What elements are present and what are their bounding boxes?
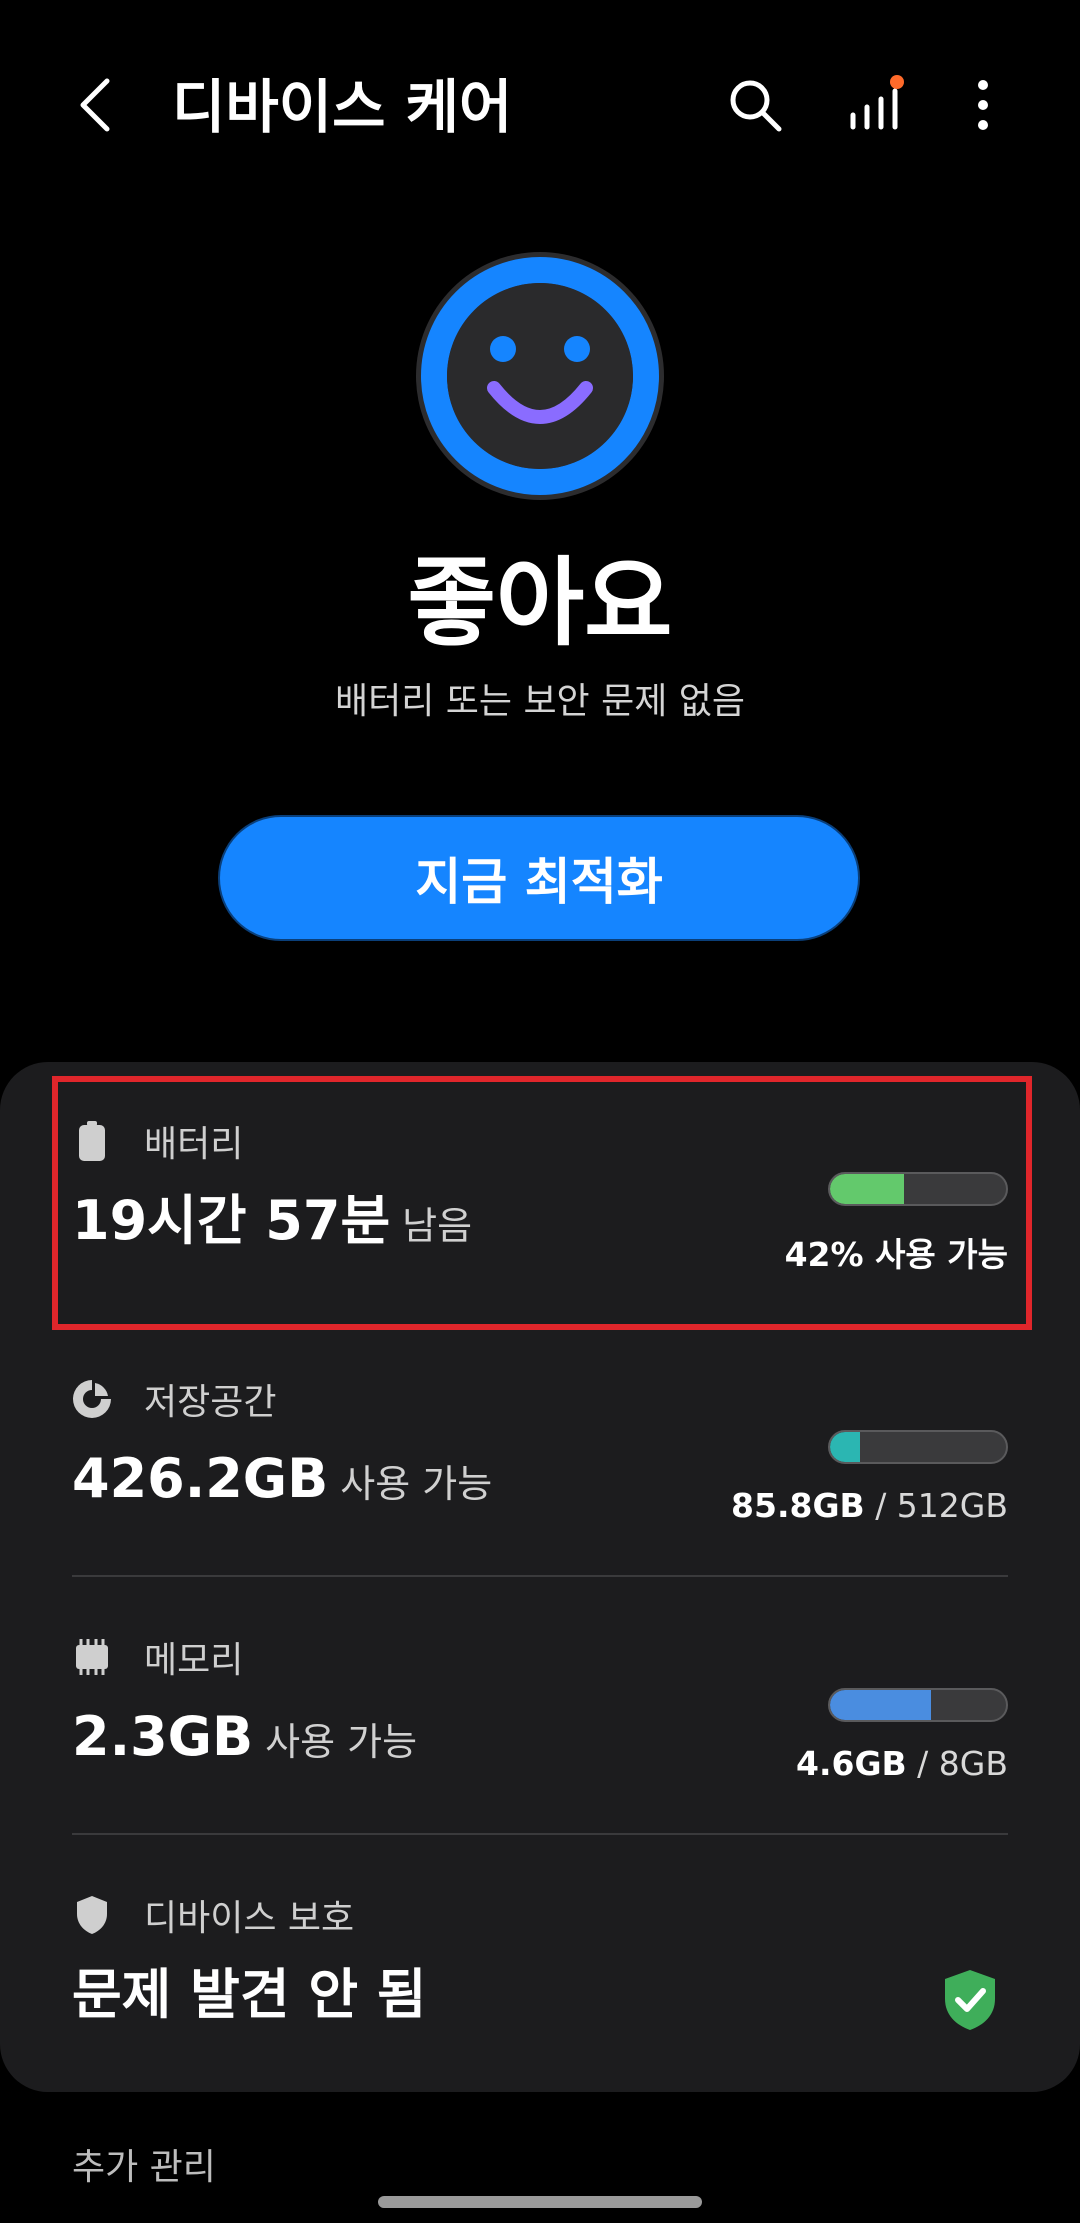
- home-indicator[interactable]: [378, 2196, 702, 2208]
- storage-label: 저장공간: [144, 1382, 277, 1423]
- battery-level-fill: [830, 1174, 904, 1204]
- signal-bars-icon: [850, 75, 904, 130]
- battery-remaining-time: 19시간 57분: [72, 1189, 391, 1252]
- stats-button[interactable]: [840, 70, 910, 140]
- storage-usage-fill: [830, 1432, 860, 1462]
- battery-section[interactable]: 배터리 19시간 57분 남음 42% 사용 가능: [72, 1116, 1008, 1306]
- memory-available-value: 2.3GB: [72, 1705, 254, 1768]
- app-bar: 디바이스 케어: [0, 0, 1080, 220]
- battery-caption: 42% 사용 가능: [785, 1228, 1008, 1276]
- more-options-button[interactable]: [948, 70, 1018, 140]
- device-protection-status: 문제 발견 안 됨: [72, 1963, 427, 2026]
- battery-value-row: 19시간 57분 남음: [72, 1186, 472, 1269]
- battery-level-bar: [828, 1172, 1008, 1206]
- divider: [72, 1575, 1008, 1577]
- battery-header: 배터리: [72, 1116, 243, 1166]
- device-protection-header: 디바이스 보호: [72, 1890, 354, 1940]
- storage-value-row: 426.2GB 사용 가능: [72, 1444, 492, 1527]
- search-button[interactable]: [720, 70, 790, 140]
- page-title: 디바이스 케어: [172, 73, 513, 141]
- storage-caption: 85.8GB / 512GB: [731, 1486, 1008, 1525]
- storage-usage-bar: [828, 1430, 1008, 1464]
- battery-percent-available: 42% 사용 가능: [784, 1235, 1008, 1274]
- storage-pie-icon: [72, 1379, 112, 1419]
- more-management-label: 추가 관리: [72, 2147, 216, 2188]
- battery-label: 배터리: [144, 1124, 244, 1165]
- storage-available-value: 426.2GB: [72, 1447, 329, 1510]
- storage-used: 85.8GB: [731, 1486, 865, 1525]
- storage-total: / 512GB: [864, 1486, 1008, 1525]
- storage-header: 저장공간: [72, 1374, 276, 1424]
- memory-available-suffix: 사용 가능: [265, 1720, 418, 1764]
- battery-icon: [72, 1121, 112, 1161]
- smile-face-icon: [416, 252, 664, 500]
- shield-check-icon: [945, 1970, 995, 2030]
- memory-label: 메모리: [144, 1640, 244, 1681]
- chevron-left-icon: [80, 78, 110, 132]
- memory-usage-fill: [830, 1690, 932, 1720]
- battery-remaining-suffix: 남음: [402, 1204, 473, 1248]
- storage-section[interactable]: 저장공간 426.2GB 사용 가능 85.8GB / 512GB: [72, 1374, 1008, 1564]
- device-protection-value-row: 문제 발견 안 됨: [72, 1960, 426, 2043]
- status-subtitle: 배터리 또는 보안 문제 없음: [334, 681, 746, 722]
- memory-total: / 8GB: [906, 1744, 1008, 1783]
- device-protection-label: 디바이스 보호: [144, 1898, 355, 1939]
- memory-header: 메모리: [72, 1632, 243, 1682]
- optimize-now-button[interactable]: 지금 최적화: [218, 815, 860, 941]
- memory-used: 4.6GB: [795, 1744, 907, 1783]
- memory-usage-bar: [828, 1688, 1008, 1722]
- divider: [72, 1833, 1008, 1835]
- search-icon: [730, 80, 782, 132]
- shield-icon: [72, 1895, 112, 1935]
- storage-available-suffix: 사용 가능: [340, 1462, 493, 1506]
- memory-chip-icon: [72, 1637, 112, 1677]
- status-title: 좋아요: [407, 547, 673, 659]
- notification-dot: [890, 75, 904, 89]
- memory-caption: 4.6GB / 8GB: [796, 1744, 1008, 1783]
- memory-section[interactable]: 메모리 2.3GB 사용 가능 4.6GB / 8GB: [72, 1632, 1008, 1822]
- more-vertical-icon: [978, 80, 988, 130]
- memory-value-row: 2.3GB 사용 가능: [72, 1702, 417, 1785]
- back-button[interactable]: [60, 70, 130, 140]
- device-protection-section[interactable]: 디바이스 보호 문제 발견 안 됨: [72, 1890, 1008, 2050]
